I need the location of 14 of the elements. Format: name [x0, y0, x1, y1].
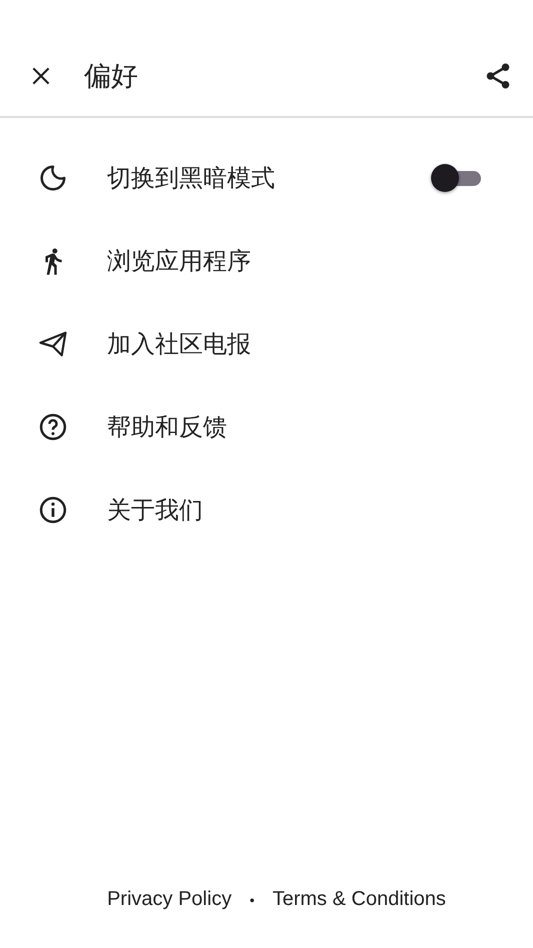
- menu-item[interactable]: 关于我们: [0, 468, 533, 551]
- separator-dot: •: [250, 892, 254, 908]
- terms-link[interactable]: Terms & Conditions: [272, 888, 446, 911]
- page-title: 偏好: [84, 60, 139, 94]
- menu-item[interactable]: 浏览应用程序: [0, 219, 533, 302]
- menu-item[interactable]: 切换到黑暗模式: [0, 136, 533, 219]
- moon-icon: [38, 162, 68, 192]
- help-icon: [38, 412, 68, 442]
- menu-item[interactable]: 帮助和反馈: [0, 385, 533, 468]
- privacy-policy-link[interactable]: Privacy Policy: [107, 888, 232, 911]
- dark-mode-switch[interactable]: [431, 162, 481, 192]
- menu-item[interactable]: 加入社区电报: [0, 302, 533, 385]
- info-icon: [38, 494, 68, 524]
- paper-plane-icon: [38, 328, 68, 358]
